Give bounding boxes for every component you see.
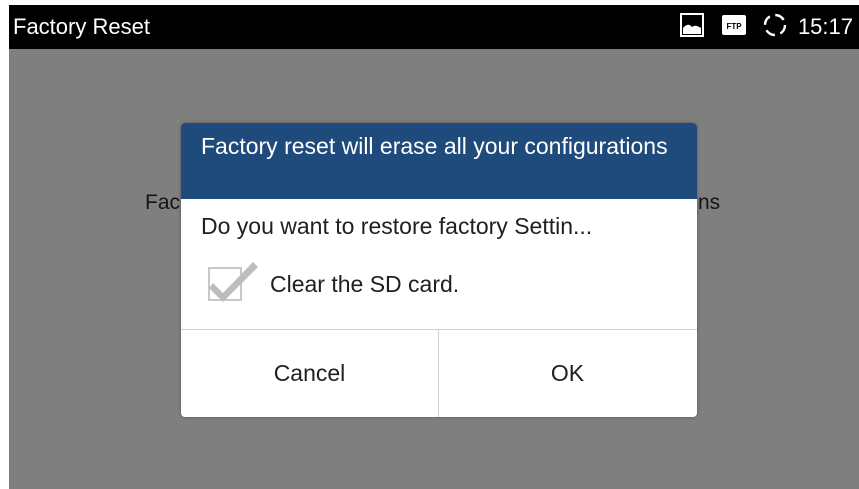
status-clock: 15:17 (797, 14, 853, 39)
image-icon (679, 12, 704, 42)
app-title: Factory Reset (13, 14, 150, 39)
dialog-message: Do you want to restore factory Settin... (201, 213, 593, 239)
svg-text:FTP: FTP (726, 22, 742, 31)
clear-sd-card-option[interactable]: Clear the SD card. (208, 256, 459, 312)
background-text-left: Fac (145, 191, 181, 214)
ftp-icon: FTP (721, 14, 746, 40)
dialog-header: Factory reset will erase all your config… (181, 123, 697, 199)
status-bar: Factory Reset FTP 15:17 (9, 5, 859, 49)
dialog-title: Factory reset will erase all your config… (201, 133, 668, 159)
clear-sd-card-checkbox[interactable] (208, 259, 260, 309)
clear-sd-card-label: Clear the SD card. (270, 271, 460, 297)
background-text-right: ns (698, 191, 721, 214)
cancel-button[interactable]: Cancel (181, 330, 438, 417)
factory-reset-dialog: Factory reset will erase all your config… (181, 123, 697, 417)
device-screen: Factory Reset FTP 15:17 Fac ns Factory r… (9, 5, 859, 489)
status-icons: FTP 15:17 (679, 12, 853, 43)
sync-icon (762, 12, 788, 43)
ok-button[interactable]: OK (439, 330, 696, 417)
